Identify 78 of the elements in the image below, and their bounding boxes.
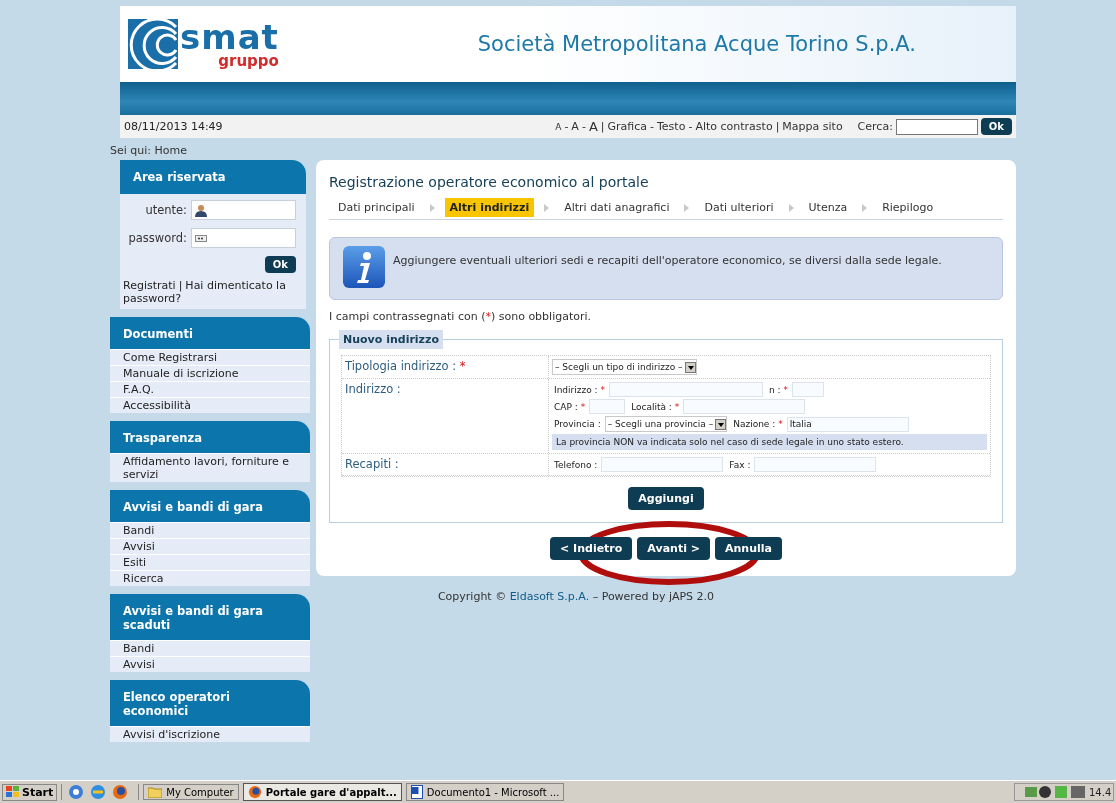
wizard-step: Utenza — [803, 198, 853, 217]
field-label: Indirizzo : * — [554, 384, 605, 395]
menu-item[interactable]: Ricerca — [110, 570, 310, 586]
access-link[interactable]: A — [555, 121, 562, 132]
required-fields-note: I campi contrassegnati con (*) sono obbligatori. — [329, 310, 593, 323]
menu-item[interactable]: Esiti — [110, 554, 310, 570]
nav-button[interactable]: Annulla — [715, 537, 782, 560]
menu-item[interactable]: Bandi — [110, 522, 310, 538]
date-time: 08/11/2013 14:49 — [124, 120, 223, 133]
access-link[interactable]: Grafica — [607, 120, 647, 133]
menu-item[interactable]: Affidamento lavori, forniture e servizi — [110, 453, 310, 482]
field-label: Nazione : * — [733, 419, 783, 429]
nav-button[interactable]: < Indietro — [550, 537, 633, 560]
start-button[interactable]: Start — [2, 783, 58, 801]
field-label: Provincia : — [554, 419, 601, 429]
input-field[interactable]: Italia — [786, 416, 909, 432]
menu-item[interactable]: Bandi — [110, 640, 310, 656]
separator: | — [775, 120, 780, 133]
wizard-step: Dati ulteriori — [699, 198, 779, 217]
menu-item[interactable]: Avvisi — [110, 538, 310, 554]
logo-name: smat — [180, 19, 279, 54]
row-label: Tipologia indirizzo : * — [345, 359, 466, 373]
search-button[interactable]: Ok — [980, 118, 1012, 135]
taskbar-button[interactable]: My Computer — [143, 784, 239, 800]
login-links[interactable]: Registrati | Hai dimenticato la password? — [123, 279, 302, 305]
access-link[interactable]: Alto contrasto — [695, 120, 773, 133]
menu-title: Avvisi e bandi di gara scaduti — [123, 604, 263, 632]
menu-title: Elenco operatori economici — [123, 690, 230, 718]
hint-note: La provincia NON va indicata solo nel caso di sede legale in uno stato estero. — [552, 434, 987, 450]
wizard-step: Dati principali — [333, 198, 420, 217]
field-label: Località : * — [631, 401, 680, 412]
search-label: Cerca: — [857, 120, 893, 133]
menu-title: Avvisi e bandi di gara — [123, 500, 263, 514]
breadcrumb: Sei qui: Home — [110, 144, 187, 157]
menu-item[interactable]: F.A.Q. — [110, 381, 310, 397]
field-label: Telefono : — [554, 459, 598, 470]
separator: - — [581, 120, 586, 133]
access-link[interactable]: Mappa sito — [782, 120, 843, 133]
login-button[interactable]: Ok — [264, 256, 296, 273]
page-title: Registrazione operatore economico al portale — [329, 174, 650, 190]
separator: - — [650, 120, 654, 133]
clock: 14.4 — [1089, 786, 1113, 798]
separator: - — [688, 120, 693, 133]
panel-title: Area riservata — [133, 170, 226, 184]
nav-button[interactable]: Avanti > — [637, 537, 710, 560]
taskbar-button[interactable]: Documento1 - Microsoft ... — [405, 783, 565, 801]
field-label: n : * — [769, 384, 788, 395]
access-link[interactable]: A — [571, 120, 579, 133]
menu-title: Documenti — [123, 327, 193, 341]
info-message: Aggiungere eventuali ulteriori sedi e recapiti dell'operatore economico, se diversi dalla sede legale. — [393, 254, 942, 267]
access-link[interactable]: Testo — [657, 120, 686, 133]
wizard-step: Altri indirizzi — [444, 198, 535, 217]
separator: | — [600, 120, 605, 133]
field-label: Fax : — [729, 459, 751, 470]
menu-title: Trasparenza — [123, 431, 202, 445]
menu-item[interactable]: Avvisi d'iscrizione — [110, 726, 310, 742]
taskbar-button[interactable]: Portale gare d'appalt... — [242, 783, 402, 801]
menu-item[interactable]: Avvisi — [110, 656, 310, 672]
separator: - — [564, 120, 569, 133]
field-label: CAP : * — [554, 401, 586, 412]
wizard-step: Riepilogo — [877, 198, 939, 217]
row-label: Indirizzo : — [345, 382, 401, 396]
logo-subtitle: gruppo — [218, 53, 279, 69]
menu-item[interactable]: Come Registrarsi — [110, 349, 310, 365]
access-link[interactable]: A — [588, 119, 598, 134]
company-link[interactable]: Eldasoft S.p.A. — [509, 590, 590, 603]
fieldset-legend: Nuovo indirizzo — [339, 330, 443, 349]
add-button[interactable]: Aggiungi — [628, 487, 704, 510]
field-label: utente: — [145, 203, 187, 217]
menu-item[interactable]: Manuale di iscrizione — [110, 365, 310, 381]
wizard-step: Altri dati anagrafici — [559, 198, 675, 217]
dropdown[interactable]: – Scegli una provincia – — [604, 416, 728, 432]
dropdown[interactable]: – Scegli un tipo di indirizzo – — [552, 359, 697, 375]
company-name: Società Metropolitana Acque Torino S.p.A. — [477, 32, 916, 56]
footer-copyright: Copyright © Eldasoft S.p.A. – Powered by jAPS 2.0 — [436, 590, 716, 603]
row-label: Recapiti : — [345, 457, 399, 471]
menu-item[interactable]: Accessibilità — [110, 397, 310, 413]
field-label: password: — [128, 231, 187, 245]
